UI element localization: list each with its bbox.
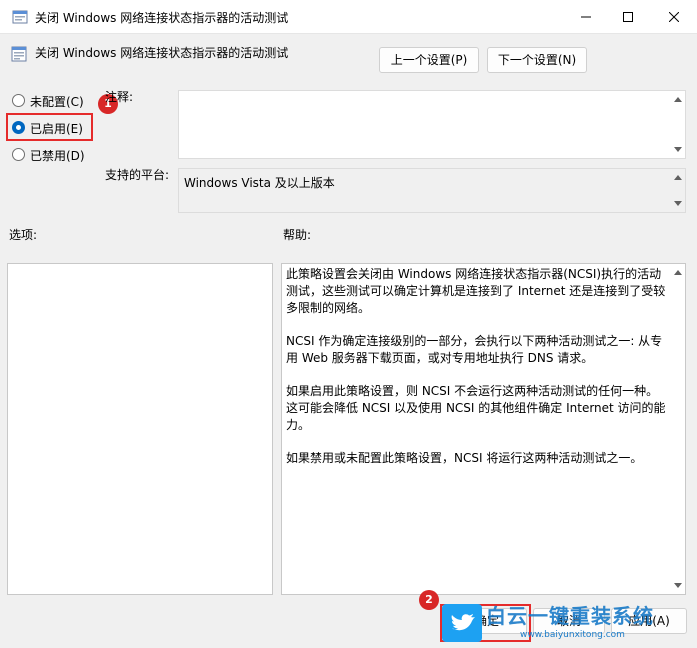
step-marker-2: 2 [419, 590, 439, 610]
radio-label: 未配置(C) [30, 95, 84, 109]
platform-label: 支持的平台: [105, 168, 170, 182]
comment-scrollbar[interactable] [671, 91, 685, 158]
maximize-icon [623, 12, 633, 22]
bird-logo-icon [442, 604, 482, 642]
radio-label: 已禁用(D) [30, 149, 85, 163]
options-label: 选项: [9, 228, 38, 242]
scroll-up-arrow-icon[interactable] [674, 270, 682, 275]
comment-textarea[interactable] [178, 90, 686, 159]
help-paragraph: 此策略设置会关闭由 Windows 网络连接状态指示器(NCSI)执行的活动测试… [286, 267, 666, 315]
previous-setting-button[interactable]: 上一个设置(P) [379, 47, 479, 73]
help-paragraph: 如果禁用或未配置此策略设置，NCSI 将运行这两种活动测试之一。 [286, 451, 643, 465]
scroll-down-arrow-icon[interactable] [674, 201, 682, 206]
help-text: 此策略设置会关闭由 Windows 网络连接状态指示器(NCSI)执行的活动测试… [286, 266, 667, 483]
options-pane [7, 263, 273, 595]
close-button[interactable] [651, 0, 697, 34]
help-scrollbar[interactable] [671, 264, 685, 594]
platform-field: Windows Vista 及以上版本 [178, 168, 686, 213]
minimize-button[interactable] [563, 0, 609, 34]
comment-label: 注释: [105, 90, 134, 104]
watermark-url: www.baiyunxitong.com [520, 630, 625, 640]
scroll-down-arrow-icon[interactable] [674, 583, 682, 588]
policy-name: 关闭 Windows 网络连接状态指示器的活动测试 [35, 46, 289, 60]
maximize-button[interactable] [605, 0, 651, 34]
minimize-icon [581, 16, 591, 18]
enabled-highlight-box [6, 113, 93, 141]
help-label: 帮助: [283, 228, 312, 242]
platform-scrollbar[interactable] [671, 169, 685, 212]
policy-editor-icon [12, 10, 28, 24]
radio-circle[interactable] [12, 94, 25, 107]
help-paragraph: NCSI 作为确定连接级别的一部分，会执行以下两种活动测试之一: 从专用 Web… [286, 334, 663, 365]
radio-circle[interactable] [12, 148, 25, 161]
scroll-up-arrow-icon[interactable] [674, 175, 682, 180]
help-paragraph: 如果启用此策略设置，则 NCSI 不会运行这两种活动测试的任何一种。这可能会降低… [286, 384, 666, 432]
help-pane: 此策略设置会关闭由 Windows 网络连接状态指示器(NCSI)执行的活动测试… [281, 263, 686, 595]
title-bar: 关闭 Windows 网络连接状态指示器的活动测试 [0, 0, 697, 34]
close-icon [669, 12, 679, 22]
window-title: 关闭 Windows 网络连接状态指示器的活动测试 [35, 11, 289, 25]
watermark-brand: 白云一键重装系统 [486, 604, 654, 628]
platform-value: Windows Vista 及以上版本 [184, 176, 335, 190]
scroll-down-arrow-icon[interactable] [674, 147, 682, 152]
next-setting-button[interactable]: 下一个设置(N) [487, 47, 587, 73]
policy-setting-icon [11, 46, 27, 62]
scroll-up-arrow-icon[interactable] [674, 97, 682, 102]
